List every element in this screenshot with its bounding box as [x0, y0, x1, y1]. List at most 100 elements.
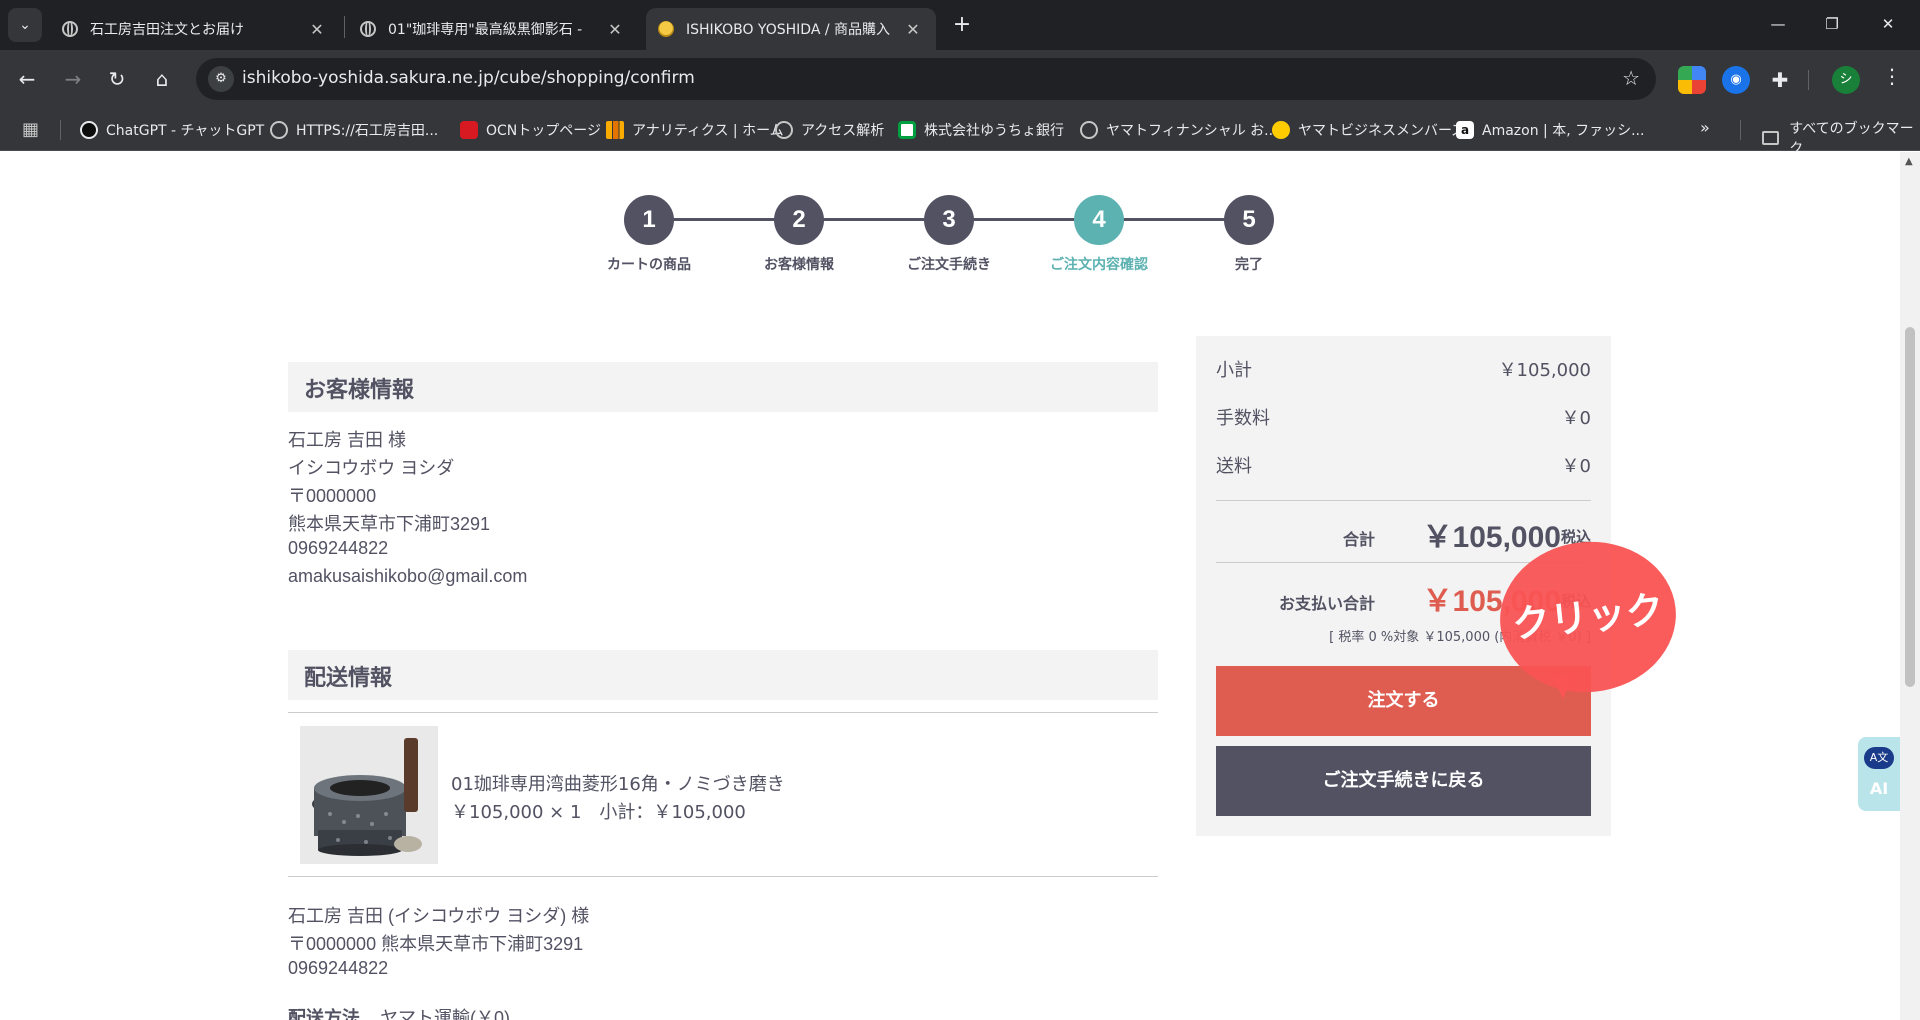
tab-1[interactable]: 石工房吉田注文とお届け ✕ [50, 8, 340, 50]
customer-info-heading: お客様情報 [288, 362, 1158, 412]
customer-address: 熊本県天草市下浦町3291 [288, 514, 491, 534]
close-icon[interactable]: ✕ [902, 20, 924, 39]
delivery-info-heading: 配送情報 [288, 650, 1158, 700]
delivery-method-value: ヤマト運輸(￥0) [380, 1008, 510, 1020]
bookmark-label: ChatGPT - チャットGPT [106, 123, 265, 139]
toolbar-separator [1808, 70, 1809, 90]
reload-button[interactable]: ↻ [102, 64, 132, 94]
customer-phone: 0969244822 [288, 538, 389, 558]
bookmark-label: 株式会社ゆうちょ銀行 [924, 123, 1064, 139]
step-label-1: カートの商品 [607, 257, 691, 273]
step-circle-2: 2 [774, 195, 824, 245]
tab-title: 石工房吉田注文とお届け [90, 22, 244, 38]
coin-icon [658, 21, 674, 37]
scrollbar-thumb[interactable] [1905, 327, 1915, 687]
globe-icon [62, 21, 78, 37]
shipping-label: 送料 [1216, 456, 1252, 477]
url-text[interactable]: ishikobo-yoshida.sakura.ne.jp/cube/shopp… [242, 68, 695, 88]
back-button[interactable]: ← [12, 64, 42, 94]
yucho-icon [898, 121, 916, 139]
google-extension-icon[interactable] [1678, 66, 1706, 94]
close-icon[interactable]: ✕ [604, 20, 626, 39]
delivery-method-label: 配送方法 [288, 1008, 360, 1020]
folder-icon [1762, 131, 1780, 145]
translate-widget[interactable]: A文 AI [1858, 737, 1900, 811]
page-content: 1 カートの商品 2 お客様情報 3 ご注文手続き 4 ご注文内容確認 5 完了… [0, 152, 1900, 1020]
site-info-icon[interactable]: ⚙ [208, 66, 234, 92]
step-label-2: お客様情報 [764, 257, 834, 273]
bookmark-ocn[interactable]: OCNトップページ [460, 118, 601, 142]
step-circle-4: 4 [1074, 195, 1124, 245]
translate-icon: A文 [1864, 747, 1894, 769]
bookmark-label: ヤマトフィナンシャル お... [1106, 123, 1278, 139]
tab-3-active[interactable]: ISHIKOBO YOSHIDA / 商品購入 ✕ [646, 8, 936, 50]
product-name: 01珈琲専用湾曲菱形16角・ノミづき磨き [451, 774, 785, 795]
globe-icon [270, 121, 288, 139]
tab-search-button[interactable]: ⌄ [8, 8, 42, 42]
tab-separator [344, 16, 345, 38]
total-value: ￥105,000 [1422, 521, 1561, 554]
scroll-up-arrow-icon[interactable]: ▲ [1905, 156, 1913, 167]
step-label-4: ご注文内容確認 [1050, 257, 1148, 273]
bookmark-yamato-biz[interactable]: ヤマトビジネスメンバーズ [1272, 118, 1465, 142]
bookmark-star-icon[interactable]: ☆ [1622, 66, 1640, 90]
tab-title: 01"珈琲専用"最高級黒御影石 - [388, 22, 583, 38]
customer-name: 石工房 吉田 様 [288, 430, 407, 450]
close-icon[interactable]: ✕ [306, 20, 328, 39]
bookmark-yucho[interactable]: 株式会社ゆうちょ銀行 [898, 118, 1064, 142]
profile-avatar[interactable]: シ [1832, 66, 1860, 94]
checkout-steps: 1 カートの商品 2 お客様情報 3 ご注文手続き 4 ご注文内容確認 5 完了 [0, 152, 1900, 282]
tab-2[interactable]: 01"珈琲専用"最高級黒御影石 - ✕ [348, 8, 638, 50]
delivery-phone: 0969244822 [288, 958, 389, 978]
close-window-button[interactable]: ✕ [1866, 8, 1910, 40]
bookmark-access[interactable]: アクセス解析 [775, 118, 884, 142]
globe-icon [775, 121, 793, 139]
back-to-checkout-button[interactable]: ご注文手続きに戻る [1216, 746, 1591, 816]
home-button[interactable]: ⌂ [147, 64, 177, 94]
menu-kebab-icon[interactable]: ⋮ [1878, 64, 1906, 88]
globe-icon [360, 21, 376, 37]
bookmark-label: アクセス解析 [801, 123, 885, 139]
yamato-icon [1272, 121, 1290, 139]
customer-email: amakusaishikobo@gmail.com [288, 566, 528, 586]
translate-ai-label: AI [1869, 779, 1889, 798]
step-label-5: 完了 [1235, 257, 1263, 273]
page-scrollbar[interactable]: ▲ [1900, 152, 1920, 1020]
bookmarks-separator [1740, 120, 1741, 140]
divider [288, 876, 1158, 877]
globe-icon [1080, 121, 1098, 139]
extensions-puzzle-icon[interactable]: ✚ [1766, 66, 1794, 94]
fee-value: ￥0 [1561, 408, 1591, 429]
apps-grid-icon[interactable]: ▦ [22, 119, 39, 140]
bookmark-label: アナリティクス | ホーム [632, 123, 784, 139]
tab-strip: ⌄ 石工房吉田注文とお届け ✕ 01"珈琲専用"最高級黒御影石 - ✕ ISHI… [0, 0, 1920, 50]
bookmark-label: Amazon | 本, ファッシ... [1482, 123, 1645, 139]
payment-total-label: お支払い合計 [1278, 594, 1375, 613]
tab-title: ISHIKOBO YOSHIDA / 商品購入 [686, 22, 891, 38]
browser-toolbar: ← → ↻ ⌂ ⚙ ishikobo-yoshida.sakura.ne.jp/… [0, 50, 1920, 108]
subtotal-value: ￥105,000 [1498, 360, 1591, 381]
bookmark-yamato-fin[interactable]: ヤマトフィナンシャル お... [1080, 118, 1278, 142]
bookmark-chatgpt[interactable]: ChatGPT - チャットGPT [80, 118, 264, 142]
shield-extension-icon[interactable]: ◉ [1722, 66, 1750, 94]
shipping-value: ￥0 [1561, 456, 1591, 477]
minimize-button[interactable]: — [1756, 8, 1800, 40]
more-bookmarks-icon[interactable]: » [1700, 118, 1710, 137]
address-bar[interactable]: ⚙ ishikobo-yoshida.sakura.ne.jp/cube/sho… [196, 58, 1656, 100]
bookmark-analytics[interactable]: アナリティクス | ホーム [606, 118, 784, 142]
amazon-icon: a [1456, 121, 1474, 139]
bookmarks-bar: ▦ ChatGPT - チャットGPT HTTPS://石工房吉田... OCN… [0, 108, 1920, 157]
divider [288, 712, 1158, 713]
step-circle-5: 5 [1224, 195, 1274, 245]
step-label-3: ご注文手続き [907, 257, 991, 273]
restore-button[interactable]: ❐ [1810, 8, 1854, 40]
new-tab-button[interactable]: + [948, 12, 976, 40]
ocn-icon [460, 121, 478, 139]
product-price: ￥105,000 × 1 小計：￥105,000 [451, 802, 746, 823]
forward-button[interactable]: → [58, 64, 88, 94]
bookmark-label: OCNトップページ [486, 123, 601, 139]
bookmark-amazon[interactable]: a Amazon | 本, ファッシ... [1456, 118, 1644, 142]
bookmark-label: HTTPS://石工房吉田... [296, 123, 439, 139]
chatgpt-icon [80, 121, 98, 139]
bookmark-ishikobo[interactable]: HTTPS://石工房吉田... [270, 118, 438, 142]
